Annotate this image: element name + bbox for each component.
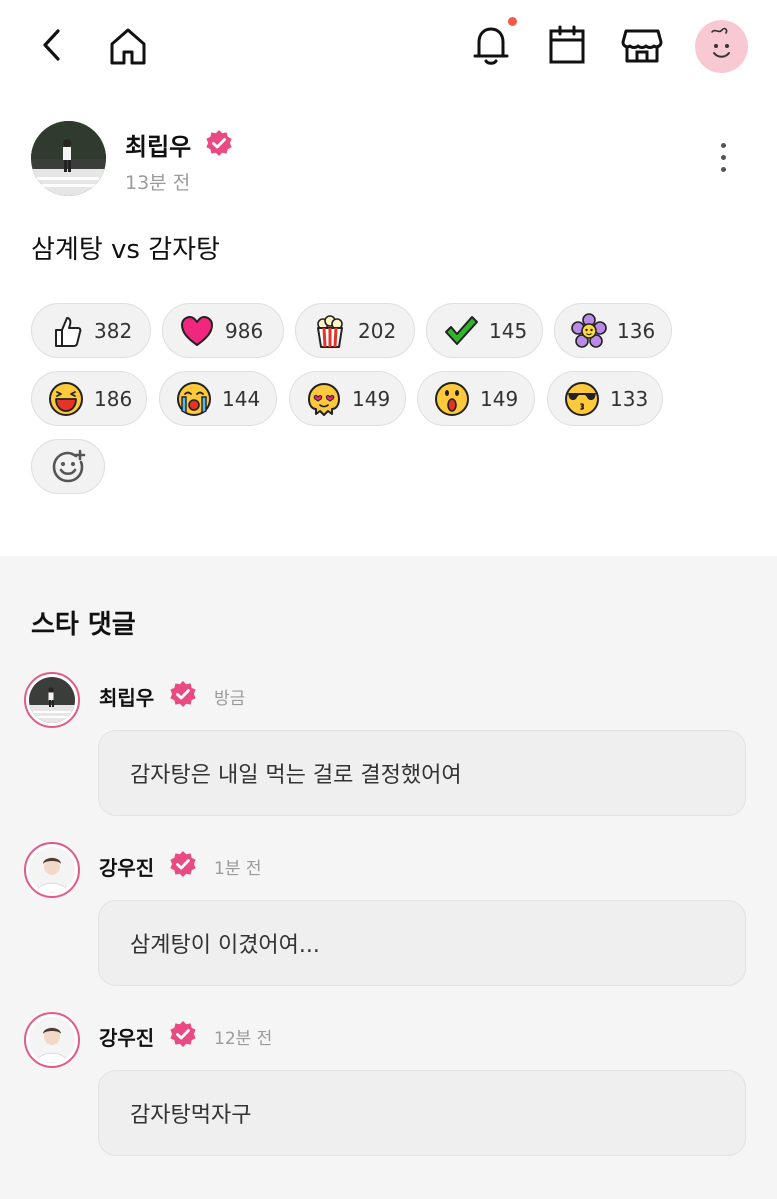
comment-item: 최립우 방금 감자탕은 내일 먹는 걸로 결정했어여 [0, 672, 777, 822]
commenter-name[interactable]: 최립우 [99, 682, 154, 711]
comment-time: 1분 전 [214, 859, 262, 879]
sunglasses-kiss-face-icon [565, 381, 599, 416]
commenter-photo [29, 677, 75, 723]
reaction-count: 986 [225, 318, 264, 343]
comment-time: 방금 [214, 689, 246, 709]
calendar-icon [549, 25, 585, 64]
comment-item: 강우진 1분 전 삼계탕이 이겼어여... [0, 842, 777, 992]
commenter-avatar[interactable] [24, 842, 80, 898]
add-emoji-icon [52, 449, 86, 482]
calendar-button[interactable] [545, 22, 589, 68]
smiley-face-icon [711, 27, 730, 58]
store-icon [621, 29, 663, 63]
flower-icon [571, 312, 607, 348]
more-dot-icon [720, 167, 726, 172]
reaction-count: 145 [489, 318, 528, 343]
comment-bubble: 삼계탕이 이겼어여... [98, 900, 746, 986]
more-dot-icon [720, 155, 726, 160]
thumbs-up-icon [55, 316, 82, 347]
reaction-chip-flower[interactable]: 136 [554, 303, 672, 358]
reaction-chip-check[interactable]: 145 [426, 303, 543, 358]
top-navigation [0, 0, 777, 92]
comment-item: 강우진 12분 전 감자탕먹자구 [0, 1012, 777, 1162]
laughing-face-icon [49, 381, 83, 416]
reaction-chip-popcorn[interactable]: 202 [295, 303, 415, 358]
back-icon [43, 29, 60, 61]
more-options-button[interactable] [715, 143, 731, 177]
crying-face-icon [177, 381, 211, 416]
reaction-chip-surprised[interactable]: 149 [417, 371, 535, 426]
commenter-name[interactable]: 강우진 [99, 1022, 154, 1051]
reaction-chip-heart[interactable]: 986 [162, 303, 284, 358]
verified-badge-icon [170, 1021, 196, 1047]
home-icon [110, 28, 146, 65]
verified-badge-icon [170, 851, 196, 877]
reaction-count: 149 [352, 386, 391, 411]
post-time: 13분 전 [125, 172, 191, 194]
author-avatar[interactable] [31, 121, 106, 196]
comment-bubble: 감자탕먹자구 [98, 1070, 746, 1156]
commenter-avatar[interactable] [24, 1012, 80, 1068]
melting-love-face-icon [308, 382, 340, 416]
commenter-photo [29, 847, 75, 893]
popcorn-icon [317, 314, 343, 348]
reaction-chip-melting-love[interactable]: 149 [289, 371, 406, 426]
store-button[interactable] [619, 22, 665, 68]
reaction-count: 382 [94, 318, 133, 343]
bell-icon [473, 27, 509, 65]
reaction-count: 149 [480, 386, 519, 411]
verified-badge-icon [206, 130, 232, 156]
reaction-count: 133 [610, 386, 649, 411]
more-dot-icon [720, 143, 726, 148]
star-comments-section: 스타 댓글 최립우 방금 감자탕은 내일 먹는 걸로 결정했어여 강우진 1분 … [0, 556, 777, 1199]
notification-button[interactable] [469, 22, 513, 68]
home-button[interactable] [106, 24, 150, 68]
author-photo [31, 121, 106, 196]
verified-badge-icon [170, 681, 196, 707]
reaction-count: 136 [617, 318, 656, 343]
post-header: 최립우 13분 전 [31, 121, 746, 197]
notification-dot [508, 17, 517, 26]
author-name[interactable]: 최립우 [125, 127, 191, 162]
commenter-name[interactable]: 강우진 [99, 852, 154, 881]
section-title: 스타 댓글 [31, 610, 136, 640]
surprised-face-icon [435, 381, 469, 416]
add-reaction-button[interactable] [31, 439, 105, 494]
commenter-photo [29, 1017, 75, 1063]
reaction-chip-thumbs-up[interactable]: 382 [31, 303, 151, 358]
comment-bubble: 감자탕은 내일 먹는 걸로 결정했어여 [98, 730, 746, 816]
reaction-chip-laughing[interactable]: 186 [31, 371, 147, 426]
comment-time: 12분 전 [214, 1029, 273, 1049]
heart-icon [181, 315, 213, 346]
commenter-avatar[interactable] [24, 672, 80, 728]
reaction-count: 202 [358, 318, 397, 343]
reaction-count: 144 [222, 386, 261, 411]
profile-avatar[interactable] [695, 20, 748, 73]
check-icon [445, 315, 478, 345]
post-body-text: 삼계탕 vs 감자탕 [31, 235, 220, 265]
back-button[interactable] [32, 25, 72, 65]
reaction-chip-crying[interactable]: 144 [159, 371, 277, 426]
reaction-count: 186 [94, 386, 133, 411]
reaction-chip-sunglasses-kiss[interactable]: 133 [547, 371, 663, 426]
